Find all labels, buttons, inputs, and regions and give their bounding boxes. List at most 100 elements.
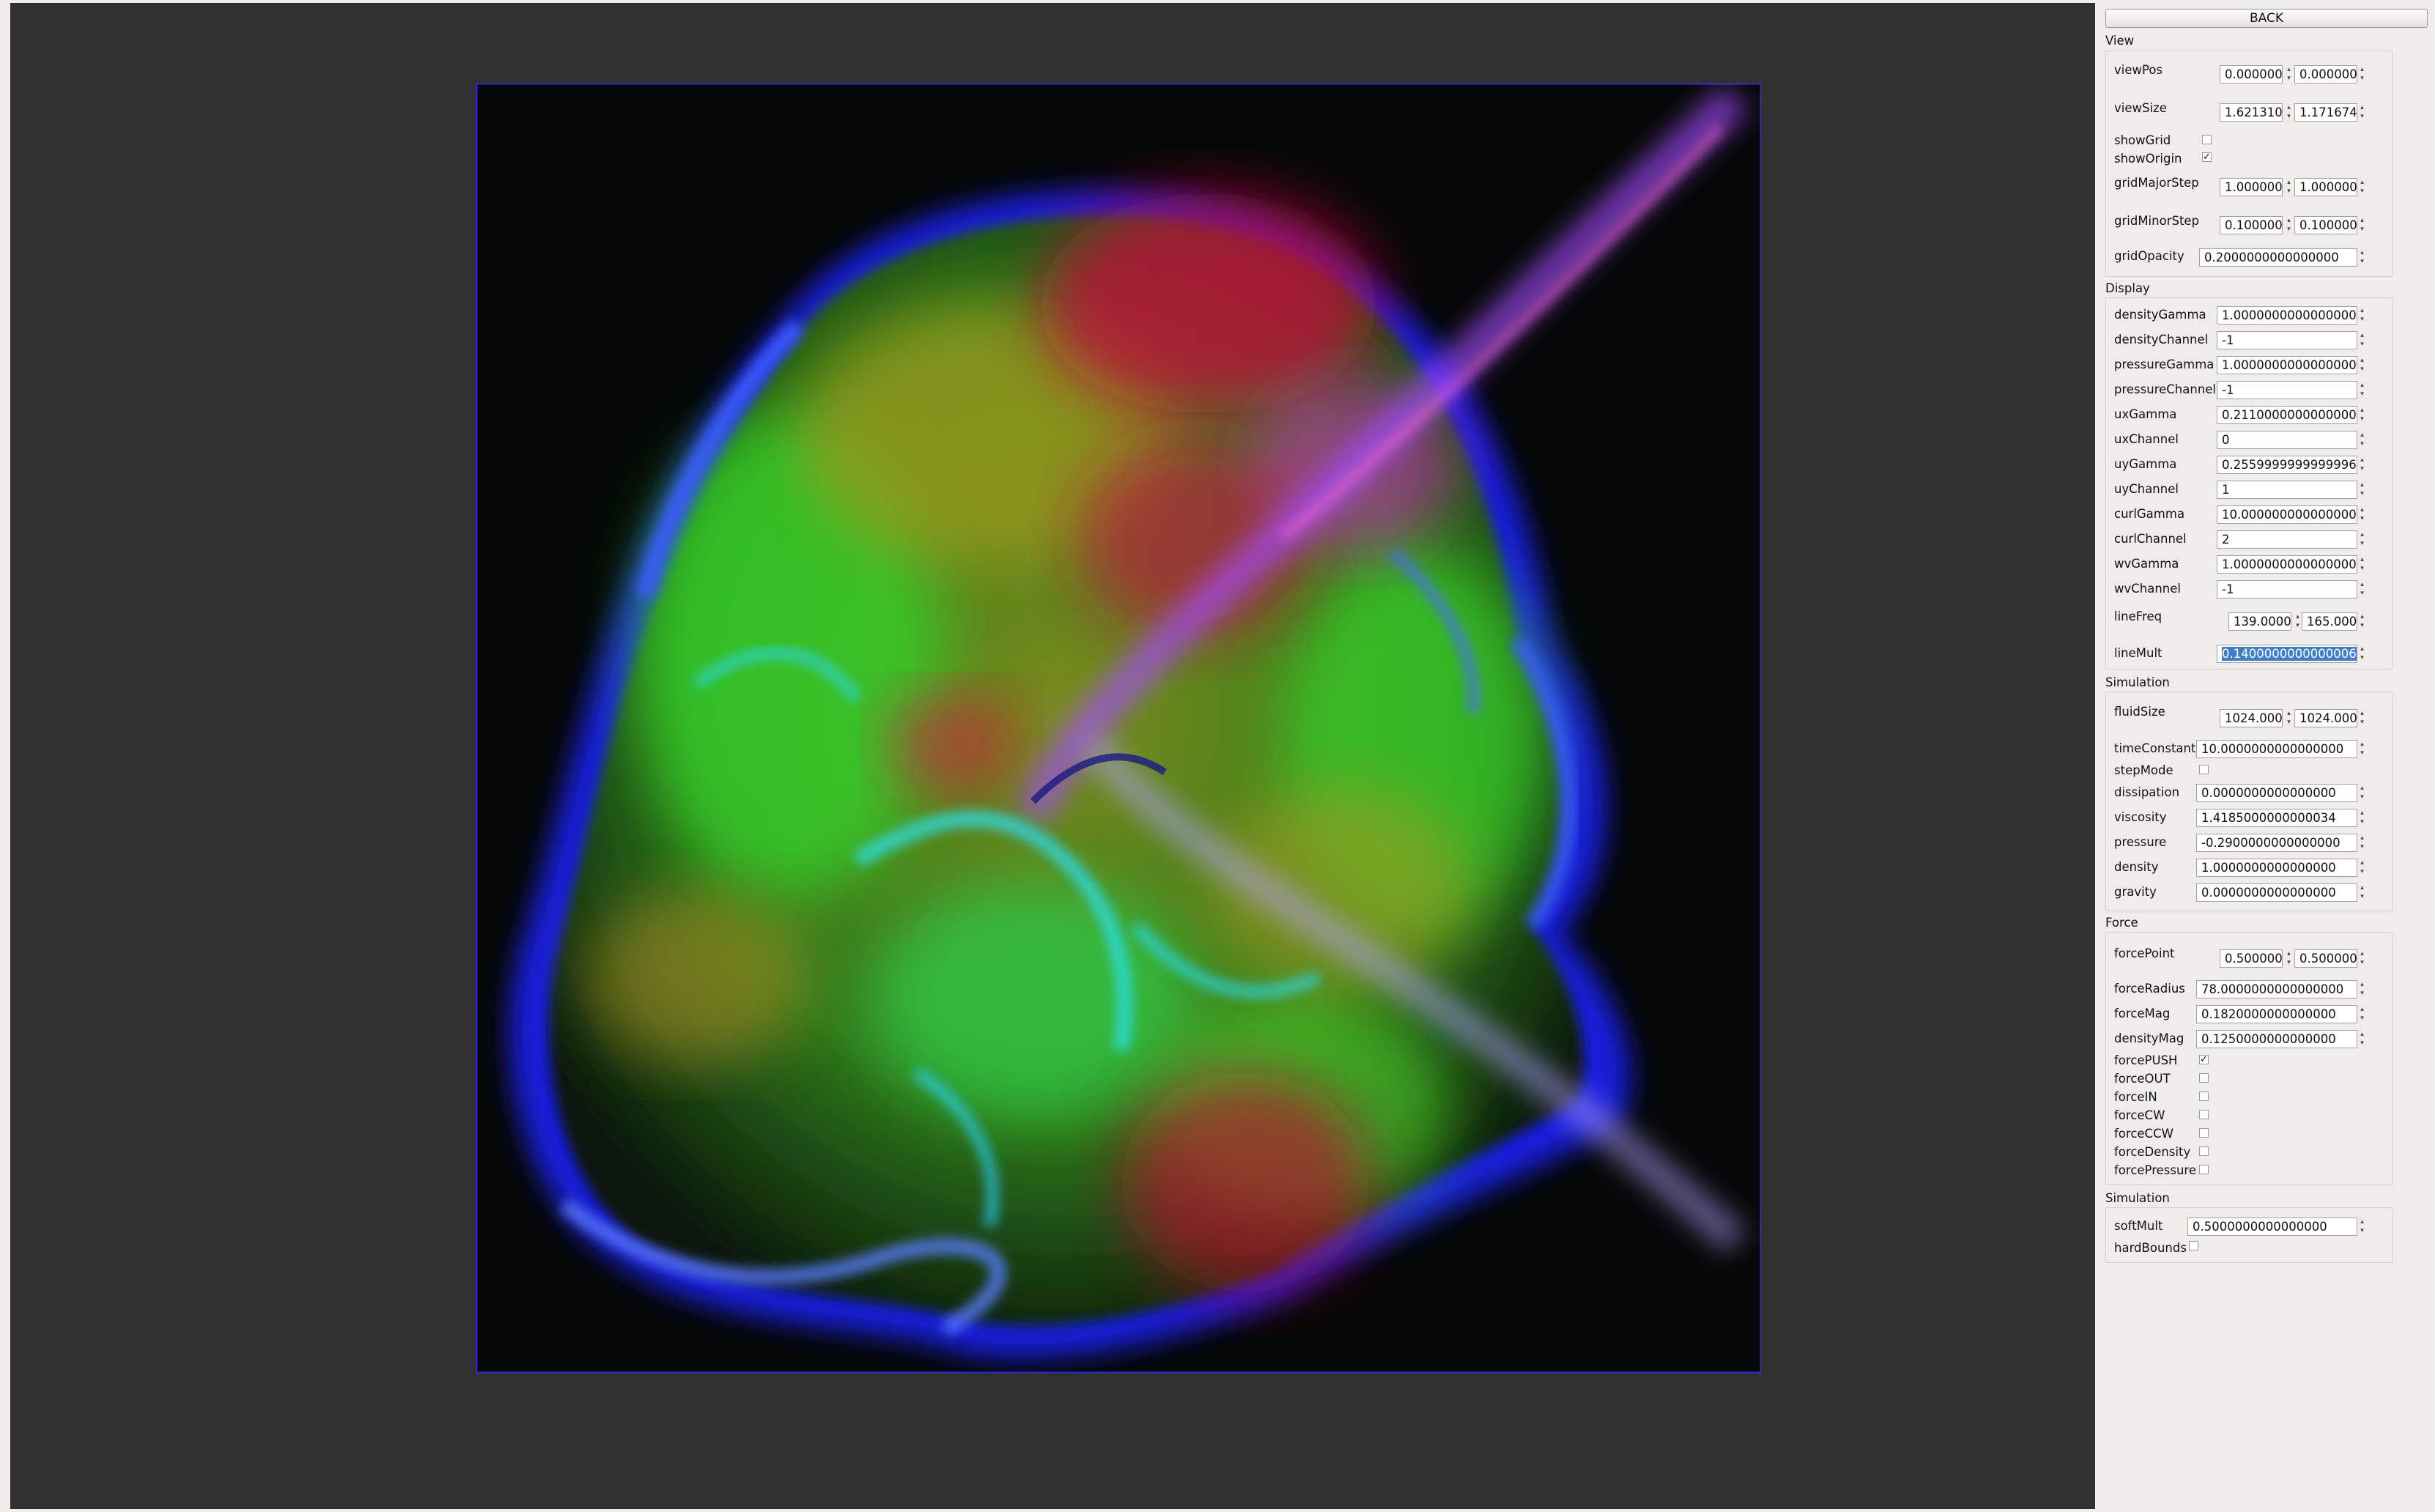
gridopacity-field[interactable]: 0.2000000000000000 bbox=[2199, 248, 2357, 267]
forceout-checkbox[interactable] bbox=[2199, 1073, 2209, 1083]
gravity-spinner[interactable]: ▴ ▾ bbox=[2357, 883, 2367, 902]
softmult-spinner[interactable]: ▴ ▾ bbox=[2357, 1218, 2367, 1236]
pressuregamma-field[interactable]: 1.0000000000000000 bbox=[2217, 356, 2357, 374]
gridminorstep-y-spinner[interactable]: ▴ ▾ bbox=[2357, 216, 2367, 234]
densitygamma-field[interactable]: 1.0000000000000000 bbox=[2217, 306, 2357, 325]
density-label: density bbox=[2114, 860, 2159, 874]
forcepoint-x-field[interactable]: 0.500000 bbox=[2220, 949, 2283, 968]
viscosity-spinner[interactable]: ▴ ▾ bbox=[2357, 809, 2367, 827]
gridmajorstep-x-spinner[interactable]: ▴ ▾ bbox=[2284, 178, 2294, 196]
linefreq-y-spinner[interactable]: ▴ ▾ bbox=[2357, 612, 2367, 631]
section-title-view: View bbox=[2105, 34, 2135, 48]
linemult-spinner[interactable]: ▴ ▾ bbox=[2357, 645, 2367, 663]
viewpos-x-spinner[interactable]: ▴ ▾ bbox=[2284, 65, 2294, 84]
curlgamma-field[interactable]: 10.0000000000000000 bbox=[2217, 505, 2357, 524]
back-button[interactable]: BACK bbox=[2105, 9, 2428, 28]
gridminorstep-x-spinner[interactable]: ▴ ▾ bbox=[2284, 216, 2294, 234]
uxgamma-spinner[interactable]: ▴ ▾ bbox=[2357, 406, 2367, 424]
forcedensity-label: forceDensity bbox=[2114, 1145, 2191, 1159]
viewpos-y-spinner[interactable]: ▴ ▾ bbox=[2357, 65, 2367, 84]
densitymag-spinner[interactable]: ▴ ▾ bbox=[2357, 1030, 2367, 1048]
forcecw-label: forceCW bbox=[2114, 1108, 2165, 1122]
hardbounds-checkbox[interactable] bbox=[2189, 1241, 2198, 1250]
uychannel-spinner[interactable]: ▴ ▾ bbox=[2357, 481, 2367, 499]
viewsize-x-spinner[interactable]: ▴ ▾ bbox=[2284, 103, 2294, 122]
curlchannel-field[interactable]: 2 bbox=[2217, 530, 2357, 549]
simulation-viewport[interactable] bbox=[10, 3, 2095, 1509]
fluidsize-x-spinner[interactable]: ▴ ▾ bbox=[2284, 709, 2294, 727]
gridmajorstep-y-field[interactable]: 1.000000 bbox=[2294, 178, 2357, 196]
wvchannel-label: wvChannel bbox=[2114, 582, 2181, 596]
viewsize-y-field[interactable]: 1.171674 bbox=[2294, 103, 2357, 122]
viewsize-y-spinner[interactable]: ▴ ▾ bbox=[2357, 103, 2367, 122]
densitymag-field[interactable]: 0.1250000000000000 bbox=[2196, 1030, 2357, 1048]
forcemag-spinner[interactable]: ▴ ▾ bbox=[2357, 1005, 2367, 1023]
density-spinner[interactable]: ▴ ▾ bbox=[2357, 859, 2367, 877]
timeconstant-spinner[interactable]: ▴ ▾ bbox=[2357, 740, 2367, 758]
viewsize-x-field[interactable]: 1.621310 bbox=[2220, 103, 2283, 122]
dissipation-spinner[interactable]: ▴ ▾ bbox=[2357, 784, 2367, 802]
wvgamma-spinner[interactable]: ▴ ▾ bbox=[2357, 555, 2367, 574]
pressure-field[interactable]: -0.2900000000000000 bbox=[2196, 834, 2357, 852]
curlchannel-spinner[interactable]: ▴ ▾ bbox=[2357, 530, 2367, 549]
viewpos-x-field[interactable]: 0.000000 bbox=[2220, 65, 2283, 84]
forcein-checkbox[interactable] bbox=[2199, 1092, 2209, 1101]
densitygamma-spinner[interactable]: ▴ ▾ bbox=[2357, 306, 2367, 325]
pressuregamma-spinner[interactable]: ▴ ▾ bbox=[2357, 356, 2367, 374]
stepmode-checkbox[interactable] bbox=[2199, 765, 2209, 774]
dissipation-label: dissipation bbox=[2114, 785, 2180, 799]
pressurechannel-spinner[interactable]: ▴ ▾ bbox=[2357, 381, 2367, 399]
curlgamma-spinner[interactable]: ▴ ▾ bbox=[2357, 505, 2367, 524]
forcepressure-checkbox[interactable] bbox=[2199, 1165, 2209, 1174]
softmult-field[interactable]: 0.5000000000000000 bbox=[2187, 1218, 2357, 1236]
wvchannel-field[interactable]: -1 bbox=[2217, 580, 2357, 598]
forcepressure-label: forcePressure bbox=[2114, 1163, 2197, 1177]
forceradius-field[interactable]: 78.0000000000000000 bbox=[2196, 980, 2357, 998]
gridminorstep-x-field[interactable]: 0.100000 bbox=[2220, 216, 2283, 234]
forcecw-checkbox[interactable] bbox=[2199, 1110, 2209, 1119]
linefreq-y-field[interactable]: 165.0000 bbox=[2302, 612, 2357, 631]
pressurechannel-field[interactable]: -1 bbox=[2217, 381, 2357, 399]
forcepoint-x-spinner[interactable]: ▴ ▾ bbox=[2284, 949, 2294, 968]
gravity-field[interactable]: 0.0000000000000000 bbox=[2196, 883, 2357, 902]
densitychannel-field[interactable]: -1 bbox=[2217, 331, 2357, 349]
uxchannel-spinner[interactable]: ▴ ▾ bbox=[2357, 431, 2367, 449]
viewpos-y-field[interactable]: 0.000000 bbox=[2294, 65, 2357, 84]
uxchannel-field[interactable]: 0 bbox=[2217, 431, 2357, 449]
fluidsize-x-field[interactable]: 1024.000 bbox=[2220, 709, 2283, 727]
gridminorstep-y-field[interactable]: 0.100000 bbox=[2294, 216, 2357, 234]
forceccw-checkbox[interactable] bbox=[2199, 1128, 2209, 1138]
wvgamma-field[interactable]: 1.0000000000000000 bbox=[2217, 555, 2357, 574]
showgrid-checkbox[interactable] bbox=[2202, 135, 2212, 144]
forcedensity-checkbox[interactable] bbox=[2199, 1146, 2209, 1156]
uygamma-label: uyGamma bbox=[2114, 457, 2177, 471]
uxgamma-label: uxGamma bbox=[2114, 407, 2177, 421]
density-field[interactable]: 1.0000000000000000 bbox=[2196, 859, 2357, 877]
forceradius-spinner[interactable]: ▴ ▾ bbox=[2357, 980, 2367, 998]
forcepoint-y-field[interactable]: 0.500000 bbox=[2294, 949, 2357, 968]
uxgamma-field[interactable]: 0.2110000000000000 bbox=[2217, 406, 2357, 424]
uxchannel-label: uxChannel bbox=[2114, 432, 2179, 446]
fluidsize-y-spinner[interactable]: ▴ ▾ bbox=[2357, 709, 2367, 727]
uygamma-field[interactable]: 0.2559999999999996 bbox=[2217, 456, 2357, 474]
viscosity-field[interactable]: 1.4185000000000034 bbox=[2196, 809, 2357, 827]
forcemag-field[interactable]: 0.1820000000000000 bbox=[2196, 1005, 2357, 1023]
uychannel-label: uyChannel bbox=[2114, 482, 2179, 496]
showorigin-checkbox[interactable]: ✓ bbox=[2202, 152, 2212, 162]
pressure-spinner[interactable]: ▴ ▾ bbox=[2357, 834, 2367, 852]
uygamma-spinner[interactable]: ▴ ▾ bbox=[2357, 456, 2367, 474]
dissipation-field[interactable]: 0.0000000000000000 bbox=[2196, 784, 2357, 802]
uychannel-field[interactable]: 1 bbox=[2217, 481, 2357, 499]
fluid-simulation-render[interactable] bbox=[476, 84, 1761, 1373]
forcepoint-y-spinner[interactable]: ▴ ▾ bbox=[2357, 949, 2367, 968]
linefreq-x-field[interactable]: 139.0000 bbox=[2228, 612, 2291, 631]
linemult-field[interactable]: 0.1400000000000006 bbox=[2217, 645, 2357, 663]
gridmajorstep-y-spinner[interactable]: ▴ ▾ bbox=[2357, 178, 2367, 196]
gridmajorstep-x-field[interactable]: 1.000000 bbox=[2220, 178, 2283, 196]
densitychannel-spinner[interactable]: ▴ ▾ bbox=[2357, 331, 2367, 349]
wvchannel-spinner[interactable]: ▴ ▾ bbox=[2357, 580, 2367, 598]
fluidsize-y-field[interactable]: 1024.000 bbox=[2294, 709, 2357, 727]
timeconstant-field[interactable]: 10.0000000000000000 bbox=[2196, 740, 2357, 758]
forcepush-checkbox[interactable]: ✓ bbox=[2199, 1055, 2209, 1064]
gridopacity-spinner[interactable]: ▴ ▾ bbox=[2357, 248, 2367, 267]
